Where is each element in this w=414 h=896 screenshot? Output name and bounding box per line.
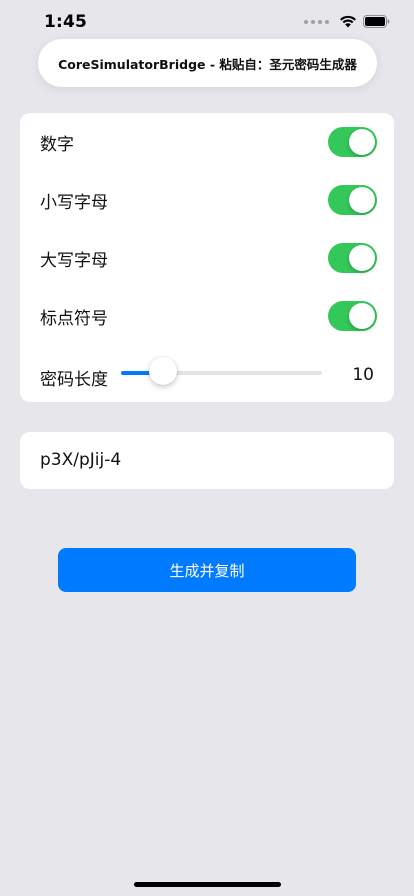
length-slider-thumb[interactable] bbox=[149, 357, 178, 385]
option-label-punctuation: 标点符号 bbox=[40, 309, 108, 329]
status-time: 1:45 bbox=[44, 12, 88, 32]
paste-notification-banner[interactable]: CoreSimulatorBridge - 粘贴自：圣元密码生成器 bbox=[38, 39, 377, 87]
option-label-digits: 数字 bbox=[40, 135, 74, 155]
wifi-icon bbox=[340, 15, 356, 28]
lowercase-toggle[interactable] bbox=[328, 185, 377, 215]
option-row-punctuation: 标点符号 bbox=[20, 287, 394, 345]
uppercase-toggle[interactable] bbox=[328, 243, 377, 273]
option-label-uppercase: 大写字母 bbox=[40, 251, 108, 271]
generate-copy-button[interactable]: 生成并复制 bbox=[58, 548, 356, 592]
battery-icon bbox=[363, 15, 390, 28]
length-label: 密码长度 bbox=[40, 370, 108, 390]
punctuation-toggle[interactable] bbox=[328, 301, 377, 331]
toggle-knob bbox=[349, 245, 375, 271]
option-row-digits: 数字 bbox=[20, 113, 394, 171]
option-label-lowercase: 小写字母 bbox=[40, 193, 108, 213]
paste-banner-text: CoreSimulatorBridge - 粘贴自：圣元密码生成器 bbox=[58, 56, 357, 72]
digits-toggle[interactable] bbox=[328, 127, 377, 157]
toggle-knob bbox=[349, 129, 375, 155]
length-value: 10 bbox=[352, 365, 374, 385]
option-row-uppercase: 大写字母 bbox=[20, 229, 394, 287]
password-card[interactable]: p3X/pJij-4 bbox=[20, 432, 394, 489]
toggle-knob bbox=[349, 187, 375, 213]
cellular-signal-icon bbox=[304, 19, 329, 24]
generated-password[interactable]: p3X/pJij-4 bbox=[40, 450, 121, 470]
option-row-lowercase: 小写字母 bbox=[20, 171, 394, 229]
toggle-knob bbox=[349, 303, 375, 329]
generate-copy-label: 生成并复制 bbox=[169, 561, 245, 580]
status-icons bbox=[304, 15, 390, 28]
settings-card: 数字 小写字母 大写字母 标点符号 密码长度 10 bbox=[20, 113, 394, 402]
home-indicator bbox=[134, 882, 281, 887]
